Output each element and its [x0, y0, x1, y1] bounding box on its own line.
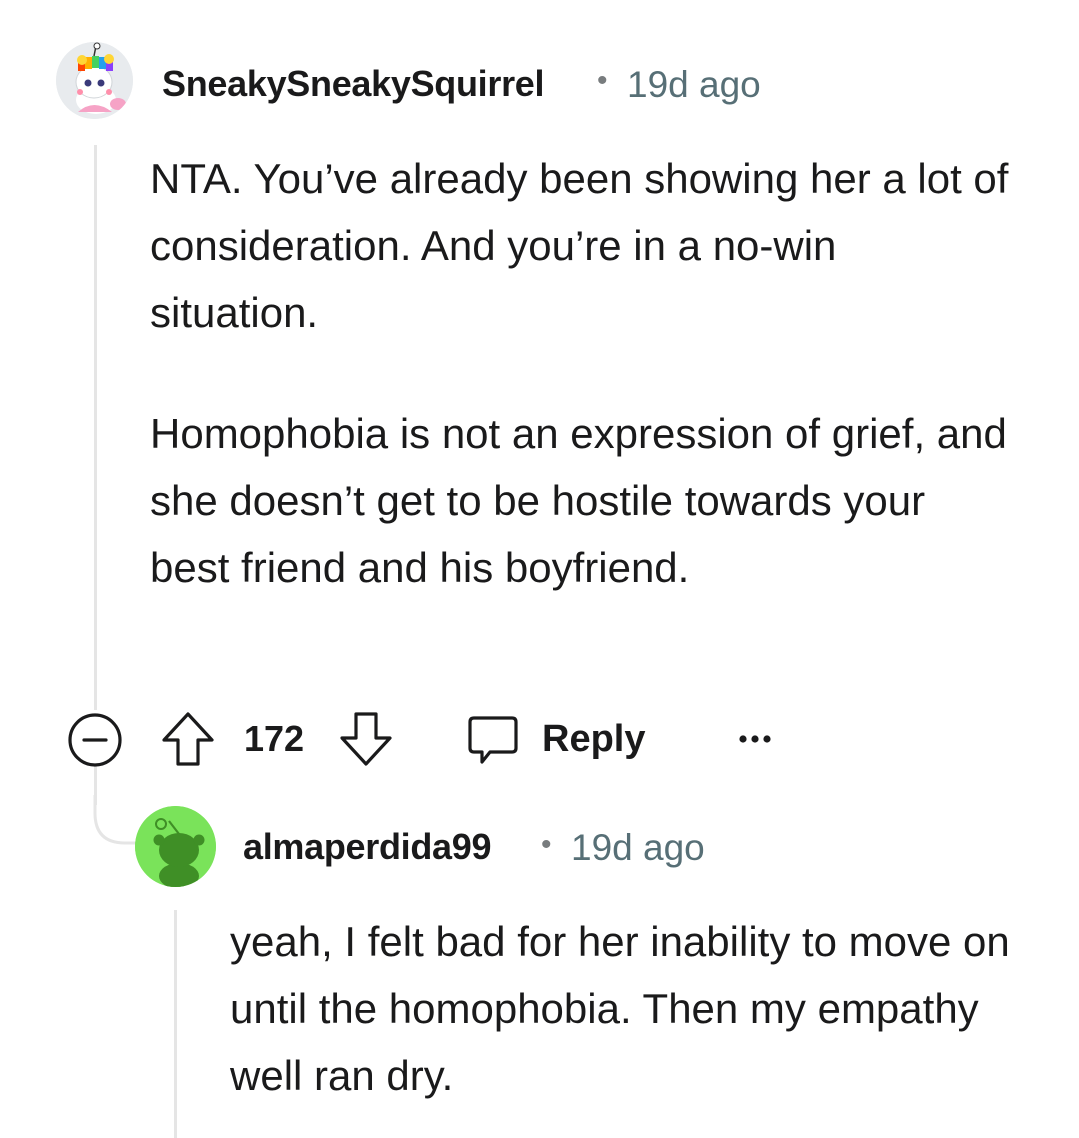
more-options-button[interactable]	[730, 722, 780, 756]
thread-line-reply	[174, 910, 177, 1138]
meta-separator: •	[541, 828, 552, 861]
downvote-arrow-icon	[340, 712, 392, 766]
more-options-icon	[739, 735, 771, 743]
meta-separator: •	[597, 64, 608, 97]
username[interactable]: SneakySneakySquirrel	[162, 63, 545, 105]
snoo-avatar-icon	[135, 806, 216, 887]
collapse-button[interactable]	[66, 713, 124, 767]
thread-line-main	[94, 145, 97, 710]
reply-button[interactable]: Reply	[466, 708, 656, 770]
upvote-button[interactable]	[160, 710, 216, 768]
collapse-icon	[68, 713, 122, 767]
comment-paragraph: NTA. You’ve already been showing her a l…	[150, 155, 1009, 336]
username[interactable]: almaperdida99	[243, 826, 492, 868]
timestamp: 19d ago	[627, 64, 761, 105]
avatar[interactable]	[56, 42, 133, 119]
downvote-button[interactable]	[338, 710, 394, 768]
reply-bubble-icon	[468, 716, 518, 764]
timestamp: 19d ago	[571, 827, 705, 868]
snoo-avatar-icon	[56, 42, 133, 119]
comment-paragraph: Homophobia is not an expression of grief…	[150, 410, 1007, 591]
upvote-arrow-icon	[162, 712, 214, 766]
reply-label: Reply	[542, 718, 646, 760]
comment-paragraph: yeah, I felt bad for her inability to mo…	[230, 918, 1010, 1099]
vote-count: 172	[244, 718, 305, 759]
avatar[interactable]	[135, 806, 216, 887]
